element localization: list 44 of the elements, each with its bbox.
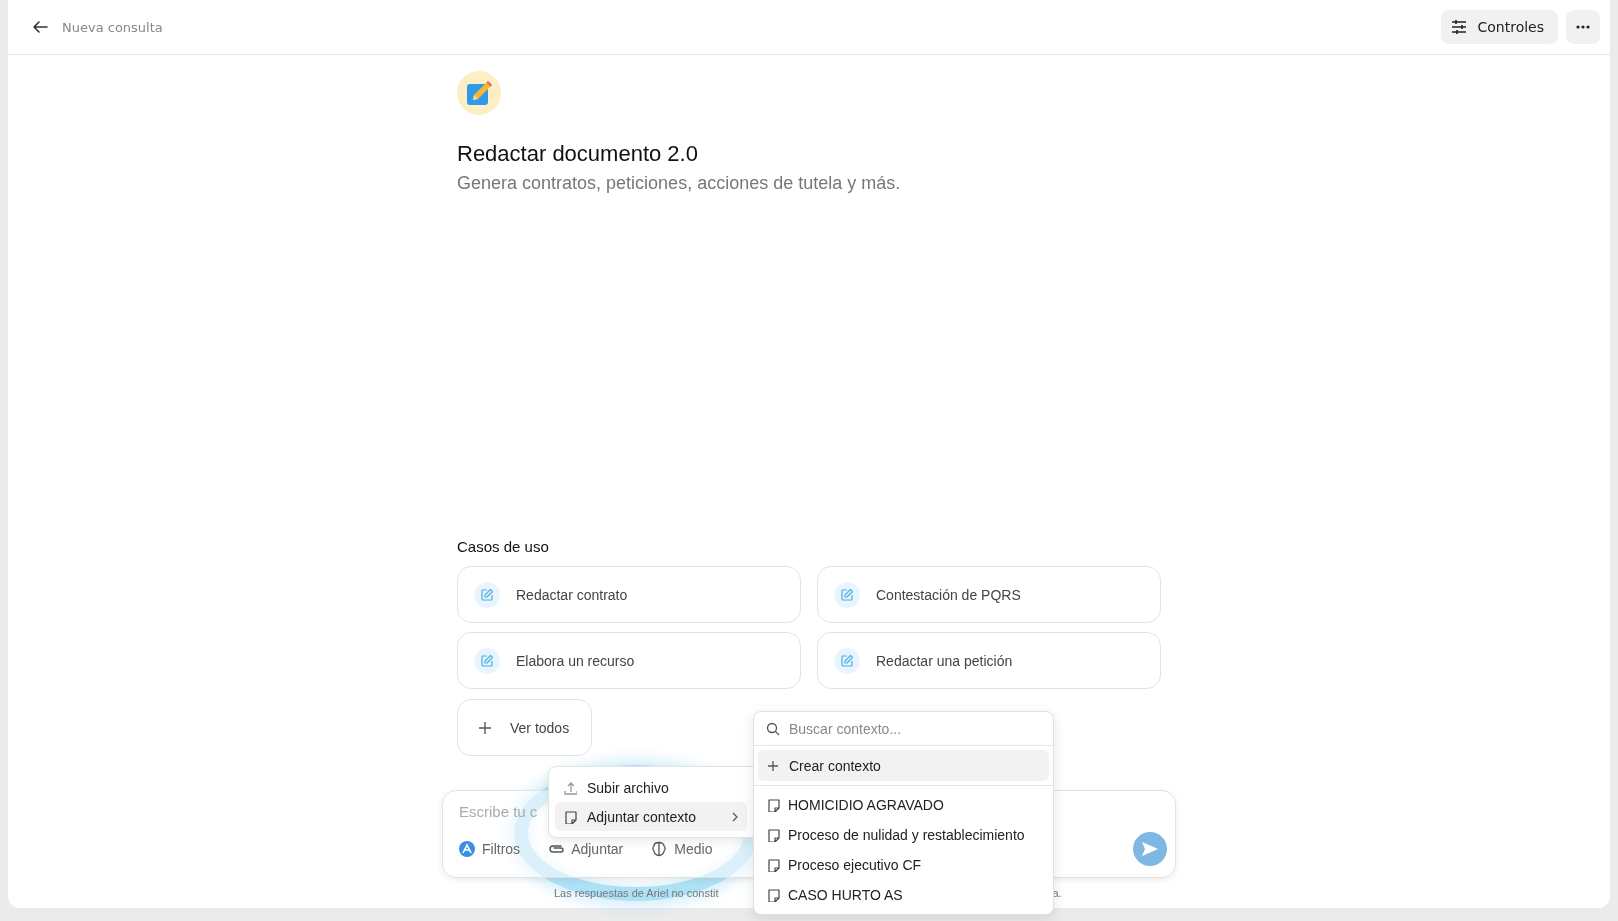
agent-description: Genera contratos, peticiones, acciones de tutela y más. bbox=[457, 173, 901, 194]
note-icon bbox=[766, 858, 780, 872]
view-all-button[interactable]: Ver todos bbox=[457, 699, 592, 756]
create-context-item[interactable]: Crear contexto bbox=[758, 750, 1049, 781]
mode-button[interactable]: Medio bbox=[651, 841, 713, 857]
note-icon bbox=[766, 798, 780, 812]
note-icon bbox=[766, 888, 780, 902]
use-case-card[interactable]: Redactar contrato bbox=[457, 566, 801, 623]
menu-item[interactable]: Subir archivo bbox=[555, 773, 747, 802]
menu-item[interactable]: CASO HURTO AS bbox=[754, 880, 1053, 910]
send-button[interactable] bbox=[1133, 832, 1167, 866]
brain-icon bbox=[651, 841, 668, 857]
pencil-note-icon bbox=[457, 71, 501, 115]
search-field[interactable]: Buscar contexto... bbox=[789, 720, 1029, 737]
edit-icon bbox=[834, 581, 860, 608]
agent-title: Redactar documento 2.0 bbox=[457, 141, 698, 167]
send-icon bbox=[1141, 841, 1159, 857]
edit-icon bbox=[474, 647, 500, 674]
menu-item[interactable]: Proceso ejecutivo CF bbox=[754, 850, 1053, 880]
edit-icon bbox=[834, 647, 860, 674]
search-icon bbox=[766, 721, 780, 736]
use-case-card[interactable]: Elabora un recurso bbox=[457, 632, 801, 689]
note-icon bbox=[563, 809, 577, 824]
use-case-card[interactable]: Contestación de PQRS bbox=[817, 566, 1161, 623]
edit-icon bbox=[474, 581, 500, 608]
section-heading: Casos de uso bbox=[457, 538, 549, 555]
plus-icon bbox=[478, 720, 492, 735]
attach-button[interactable]: Adjuntar bbox=[548, 841, 624, 857]
upload-icon bbox=[563, 780, 577, 795]
controls-button[interactable]: Controles bbox=[1441, 10, 1558, 44]
note-icon bbox=[766, 828, 780, 842]
sliders-icon bbox=[1451, 19, 1468, 35]
menu-item[interactable]: Proceso de nulidad y restablecimiento bbox=[754, 820, 1053, 850]
more-dots-icon bbox=[1576, 25, 1590, 29]
menu-item[interactable]: Adjuntar contexto bbox=[555, 802, 747, 831]
disclaimer-text: Las respuestas de Ariel no constit bbox=[554, 887, 719, 899]
use-case-card[interactable]: Redactar una petición bbox=[817, 632, 1161, 689]
plus-icon bbox=[767, 759, 779, 772]
more-button[interactable] bbox=[1566, 10, 1600, 44]
letter-logo-icon bbox=[459, 841, 475, 857]
menu-item[interactable]: HOMICIDIO AGRAVADO bbox=[754, 790, 1053, 820]
back-link[interactable]: Nueva consulta bbox=[32, 19, 163, 35]
back-arrow-icon bbox=[32, 19, 48, 35]
filters-button[interactable]: Filtros bbox=[459, 841, 521, 857]
